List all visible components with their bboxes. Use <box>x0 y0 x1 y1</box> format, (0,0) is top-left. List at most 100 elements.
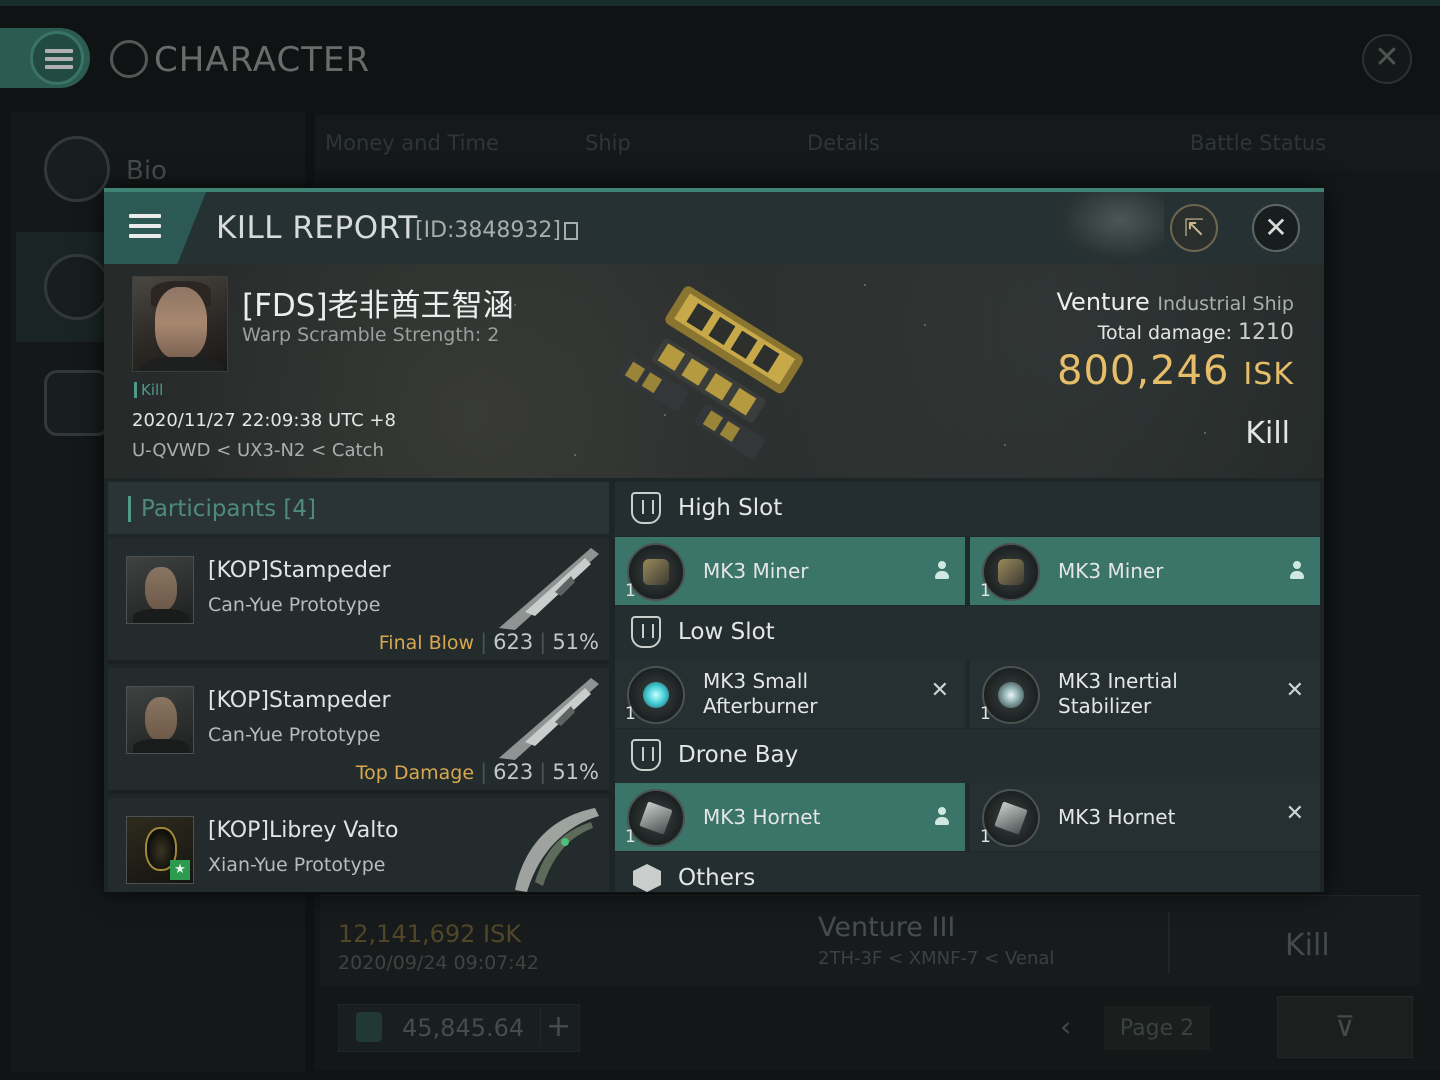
isk-amount: 800,246 <box>1057 348 1230 394</box>
module-qty: 1 <box>625 704 636 724</box>
copy-icon[interactable] <box>564 222 578 240</box>
top-accent-bar <box>0 0 1440 6</box>
modal-title: KILL REPORT <box>216 210 418 246</box>
participant-name: [KOP]Stampeder <box>208 688 391 713</box>
row-result: Kill <box>1285 928 1330 963</box>
module-item[interactable]: 1 MK3 Small Afterburner ✕ <box>615 660 965 728</box>
participant-stats: Final Blow | 623 | 51% <box>378 630 599 654</box>
module-item[interactable]: 1 MK3 Inertial Stabilizer ✕ <box>970 660 1320 728</box>
participant-ship: Xian-Yue Prototype <box>208 854 386 876</box>
participant-avatar <box>126 556 194 624</box>
isk-value: 800,246 ISK <box>1057 348 1294 394</box>
dropped-person-icon <box>1290 561 1304 581</box>
weapon-image <box>515 808 599 892</box>
ship-class: Industrial Ship <box>1157 293 1294 315</box>
filter-icon: ⊽ <box>1334 1010 1356 1043</box>
menu-icon <box>129 214 161 218</box>
others-title: Others <box>678 865 756 891</box>
module-item[interactable]: 1 MK3 Miner <box>615 537 965 605</box>
module-name: MK3 Miner <box>703 559 809 583</box>
tab-battle-status[interactable]: Battle Status <box>1190 131 1326 155</box>
fitting-panel: High Slot 1 MK3 Miner 1 MK3 Miner Low Sl… <box>615 482 1320 892</box>
module-name: MK3 Hornet <box>1058 805 1176 829</box>
module-item[interactable]: 1 MK3 Hornet <box>615 783 965 851</box>
wallet-value: 45,845.64 <box>402 1014 525 1042</box>
module-item[interactable]: 1 MK3 Hornet ✕ <box>970 783 1320 851</box>
low-slot-title: Low Slot <box>678 619 775 645</box>
kill-report-modal: KILL REPORT [ID:3848932] ⇱ ✕ [FDS]老非酋王智涵… <box>104 188 1324 892</box>
module-qty: 1 <box>980 581 991 601</box>
tab-details[interactable]: Details <box>807 131 880 155</box>
total-damage: Total damage: 1210 <box>1098 320 1294 345</box>
wallet-icon <box>356 1012 382 1042</box>
participant-ship: Can-Yue Prototype <box>208 724 381 746</box>
ship-name: Venture <box>1056 288 1150 316</box>
share-button[interactable]: ⇱ <box>1170 204 1218 252</box>
filter-button[interactable]: ⊽ <box>1277 996 1413 1058</box>
drone-bay-title: Drone Bay <box>678 742 799 768</box>
sidebar-item-label: Bio <box>126 156 167 186</box>
star-badge-icon: ★ <box>170 860 190 880</box>
victim-name[interactable]: [FDS]老非酋王智涵 <box>242 280 514 325</box>
wallet-add-button[interactable]: + <box>540 1008 576 1046</box>
participant-percent: 51% <box>552 630 599 654</box>
total-damage-label: Total damage: <box>1097 322 1232 344</box>
high-slot-title: High Slot <box>678 495 783 521</box>
header-decoration <box>1054 192 1164 264</box>
participants-panel: Participants [4] [KOP]Stampeder Can-Yue … <box>108 482 609 892</box>
star-badge-icon <box>44 370 110 436</box>
participants-title: Participants [4] <box>141 496 316 522</box>
close-icon: ✕ <box>1264 211 1288 244</box>
module-qty: 1 <box>625 581 636 601</box>
share-icon: ⇱ <box>1183 214 1205 242</box>
victim-avatar[interactable] <box>132 276 228 372</box>
menu-icon <box>30 31 84 85</box>
top-damage-tag: Top Damage <box>355 762 475 784</box>
row-date: 2020/09/24 09:07:42 <box>338 952 539 974</box>
tab-ship[interactable]: Ship <box>585 131 631 155</box>
isk-unit: ISK <box>1243 357 1294 392</box>
drone-bay-header: Drone Bay <box>615 729 1320 783</box>
close-icon: ✕ <box>1374 40 1400 75</box>
module-name: MK3 Small Afterburner <box>703 669 818 718</box>
character-close-button[interactable]: ✕ <box>1362 34 1412 84</box>
main-menu-button[interactable] <box>0 28 90 88</box>
participant-name: [KOP]Librey Valto <box>208 818 399 843</box>
module-item[interactable]: 1 MK3 Miner <box>970 537 1320 605</box>
bio-icon <box>44 136 110 202</box>
character-icon <box>110 40 148 78</box>
participant-avatar <box>126 686 194 754</box>
row-isk-value: 12,141,692 ISK <box>338 920 522 948</box>
venture-ship-image <box>619 286 803 459</box>
cargo-box-icon <box>633 864 661 892</box>
dropped-person-icon <box>935 561 949 581</box>
final-blow-tag: Final Blow <box>378 632 475 654</box>
module-qty: 1 <box>980 704 991 724</box>
module-qty: 1 <box>625 827 636 847</box>
victim-ship[interactable]: Venture Industrial Ship <box>1057 288 1295 316</box>
participant-ship: Can-Yue Prototype <box>208 594 381 616</box>
participant-row[interactable]: [KOP]Stampeder Can-Yue Prototype Final B… <box>108 538 609 664</box>
kill-tag: Kill <box>134 382 163 398</box>
victim-panel: [FDS]老非酋王智涵 Warp Scramble Strength: 2 Ki… <box>104 264 1324 478</box>
participant-row[interactable]: ★ [KOP]Librey Valto Xian-Yue Prototype <box>108 798 609 892</box>
tab-money-and-time[interactable]: Money and Time <box>325 131 499 155</box>
kill-timestamp: 2020/11/27 22:09:38 UTC +8 <box>132 410 396 431</box>
drone-bay-icon <box>631 739 661 771</box>
dropped-person-icon <box>935 807 949 827</box>
participants-header: Participants [4] <box>108 482 609 534</box>
crossed-swords-icon <box>44 254 110 320</box>
modal-close-button[interactable]: ✕ <box>1252 204 1300 252</box>
module-name: MK3 Hornet <box>703 805 821 829</box>
destroyed-icon: ✕ <box>1285 678 1304 703</box>
total-damage-value: 1210 <box>1238 320 1294 345</box>
modal-menu-button[interactable] <box>104 192 206 264</box>
row-divider <box>1168 912 1170 974</box>
previous-page-button[interactable]: ‹ <box>1060 1010 1071 1043</box>
module-qty: 1 <box>980 827 991 847</box>
low-slot-header: Low Slot <box>615 606 1320 660</box>
destroyed-icon: ✕ <box>1285 801 1304 826</box>
participant-row[interactable]: [KOP]Stampeder Can-Yue Prototype Top Dam… <box>108 668 609 794</box>
module-name: MK3 Miner <box>1058 559 1164 583</box>
participant-damage: 623 <box>493 630 534 654</box>
